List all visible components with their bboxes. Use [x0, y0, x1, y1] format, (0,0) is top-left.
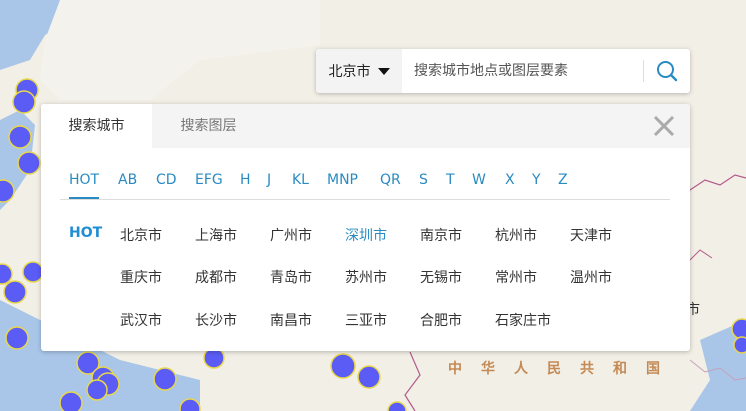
city-item[interactable]: 三亚市 [345, 310, 387, 330]
city-dropdown[interactable]: 北京市 [316, 49, 403, 93]
letter-tab-z[interactable]: Z [558, 162, 568, 199]
letter-tab-hot[interactable]: HOT [69, 162, 100, 199]
city-item[interactable]: 重庆市 [120, 267, 162, 287]
letter-tab-y[interactable]: Y [532, 162, 541, 199]
close-icon [653, 115, 675, 137]
map-marker [330, 353, 356, 379]
letter-tab-j[interactable]: J [267, 162, 271, 199]
city-dropdown-label: 北京市 [328, 64, 371, 80]
letter-tab-efg[interactable]: EFG [195, 162, 223, 199]
map-marker [8, 125, 32, 149]
city-item[interactable]: 上海市 [195, 225, 237, 245]
map-marker [203, 347, 225, 369]
city-item[interactable]: 杭州市 [495, 225, 537, 245]
city-item[interactable]: 石家庄市 [495, 310, 551, 330]
map-marker [59, 391, 83, 411]
letter-tab-kl[interactable]: KL [292, 162, 309, 199]
search-bar: 北京市 [316, 49, 690, 93]
city-item[interactable]: 武汉市 [120, 310, 162, 330]
letter-tab-ab[interactable]: AB [118, 162, 137, 199]
city-item[interactable]: 南京市 [420, 225, 462, 245]
map-marker [12, 90, 36, 114]
city-item[interactable]: 温州市 [570, 267, 612, 287]
letter-tab-qr[interactable]: QR [380, 162, 401, 199]
letter-tab-w[interactable]: W [472, 162, 486, 199]
letter-tab-h[interactable]: H [240, 162, 251, 199]
panel-tabs: 搜索城市 搜索图层 [41, 104, 690, 148]
city-item[interactable]: 成都市 [195, 267, 237, 287]
letter-tab-x[interactable]: X [505, 162, 515, 199]
map-marker [357, 365, 381, 389]
search-icon [656, 61, 677, 82]
map-marker [5, 326, 29, 350]
map-marker [17, 151, 41, 175]
city-item-highlighted[interactable]: 深圳市 [345, 225, 387, 245]
letter-index: HOT AB CD EFG H J KL MNP QR S T W X Y Z [60, 162, 670, 200]
letter-tab-s[interactable]: S [419, 162, 428, 199]
caret-down-icon [377, 67, 390, 75]
close-button[interactable] [652, 114, 676, 138]
city-item[interactable]: 苏州市 [345, 267, 387, 287]
map-marker [22, 261, 44, 283]
city-item[interactable]: 广州市 [270, 225, 312, 245]
map-country-label: 中华人民共和国 [448, 361, 679, 377]
search-panel: 搜索城市 搜索图层 HOT AB CD EFG H J KL MNP QR S … [41, 104, 690, 351]
city-item[interactable]: 长沙市 [195, 310, 237, 330]
map-marker [731, 318, 746, 340]
city-item[interactable]: 天津市 [570, 225, 612, 245]
city-item[interactable]: 常州市 [495, 267, 537, 287]
map-marker [3, 280, 27, 304]
map-marker [733, 336, 746, 354]
letter-tab-cd[interactable]: CD [156, 162, 177, 199]
tab-search-layer[interactable]: 搜索图层 [152, 104, 265, 148]
letter-tab-mnp[interactable]: MNP [327, 162, 358, 199]
search-input[interactable] [412, 55, 629, 87]
city-item[interactable]: 南昌市 [270, 310, 312, 330]
city-item[interactable]: 青岛市 [270, 267, 312, 287]
hot-section-label: HOT [69, 225, 103, 241]
tab-search-city[interactable]: 搜索城市 [41, 104, 152, 148]
map-marker [153, 367, 177, 391]
city-item[interactable]: 合肥市 [420, 310, 462, 330]
map-marker [86, 379, 108, 401]
city-item[interactable]: 北京市 [120, 225, 162, 245]
letter-tab-t[interactable]: T [446, 162, 455, 199]
search-button[interactable] [644, 49, 690, 93]
city-item[interactable]: 无锡市 [420, 267, 462, 287]
